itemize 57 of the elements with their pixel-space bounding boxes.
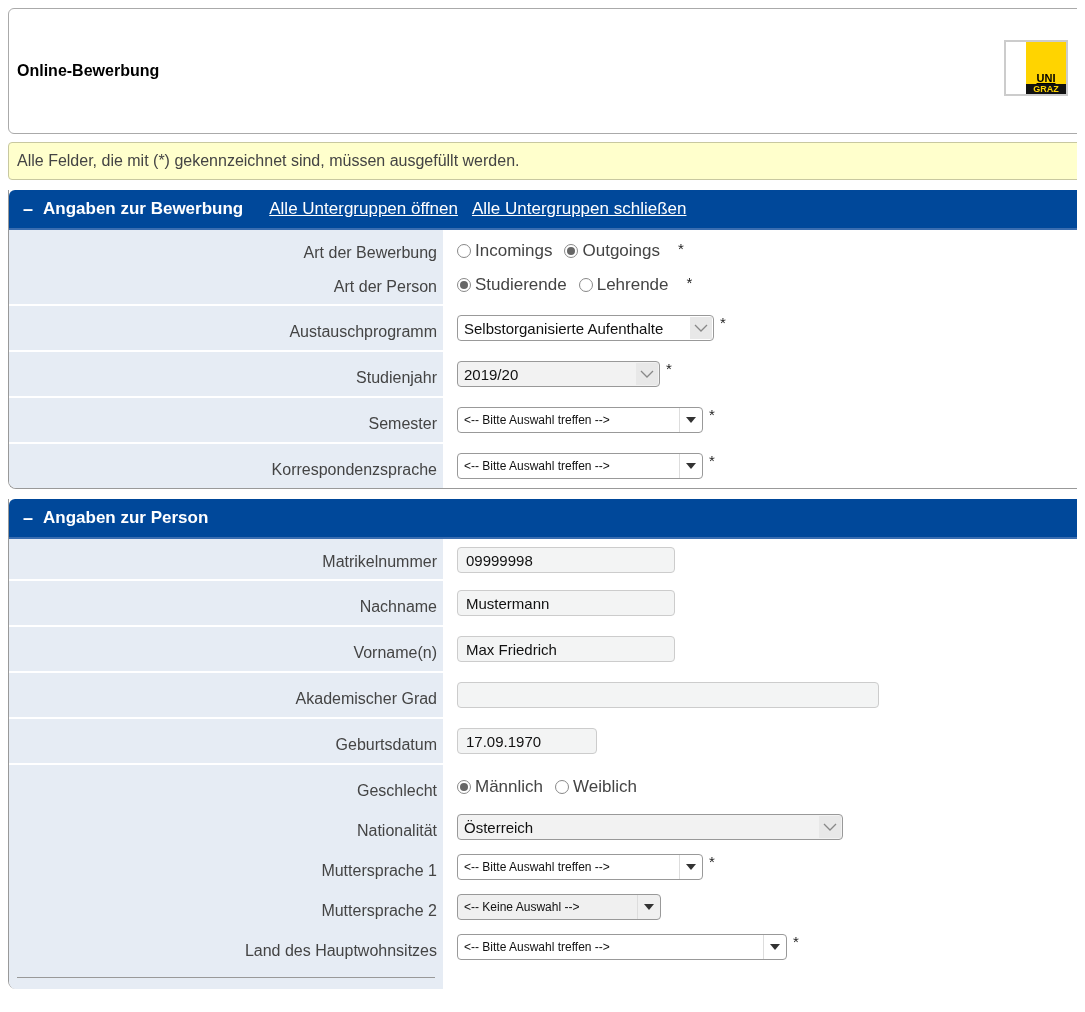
collapse-toggle[interactable]: – <box>9 507 43 529</box>
page-title: Online-Bewerbung <box>17 62 160 80</box>
required-fields-notice: Alle Felder, die mit (*) gekennzeichnet sind, müssen ausgefüllt werden. <box>8 142 1077 180</box>
required-asterisk: * <box>686 274 693 291</box>
university-logo: UNI GRAZ <box>1004 40 1068 96</box>
dropdown-field[interactable]: <-- Bitte Auswahl treffen --> <box>457 934 787 960</box>
collapse-toggle[interactable]: – <box>9 198 43 220</box>
radio-option[interactable]: Lehrende <box>578 275 669 295</box>
field-label: Nachname <box>359 597 437 616</box>
dropdown-field[interactable]: <-- Bitte Auswahl treffen --> <box>457 854 703 880</box>
dropdown-field[interactable]: Selbstorganisierte Aufenthalte <box>457 315 714 341</box>
radio-option[interactable]: Outgoings <box>564 241 660 261</box>
required-asterisk: * <box>709 406 715 423</box>
radio-option[interactable]: Studierende <box>457 275 567 295</box>
text-input[interactable] <box>457 682 879 708</box>
caret-down-icon <box>770 944 780 950</box>
required-asterisk: * <box>666 360 672 377</box>
field-label: Semester <box>368 414 437 433</box>
required-asterisk: * <box>709 452 715 469</box>
field-label: Muttersprache 2 <box>321 901 437 920</box>
chevron-down-icon <box>690 317 712 339</box>
section-title: Angaben zur Person <box>43 508 209 528</box>
chevron-down-icon <box>636 363 658 385</box>
field-label: Geburtsdatum <box>335 735 437 754</box>
required-asterisk: * <box>678 240 684 257</box>
section-title: Angaben zur Bewerbung <box>43 199 244 219</box>
caret-down-icon <box>644 904 654 910</box>
field-label: Vorname(n) <box>353 643 437 662</box>
radio-option[interactable]: Incomings <box>457 241 553 261</box>
required-asterisk: * <box>793 933 799 950</box>
radio-option[interactable]: Männlich <box>457 777 544 797</box>
required-asterisk: * <box>709 853 715 870</box>
field-label: Art der Bewerbung <box>303 243 437 262</box>
text-input[interactable]: Max Friedrich <box>457 636 675 662</box>
text-input[interactable]: Mustermann <box>457 590 675 616</box>
caret-down-icon <box>686 463 696 469</box>
header-link[interactable]: Alle Untergruppen schließen <box>471 199 687 219</box>
field-label: Geschlecht <box>356 781 437 800</box>
field-label: Art der Person <box>333 277 437 296</box>
field-label: Akademischer Grad <box>295 689 437 708</box>
field-label: Austauschprogramm <box>289 322 437 341</box>
field-label: Nationalität <box>356 821 437 840</box>
field-label: Korrespondenzsprache <box>271 460 437 479</box>
field-label: Matrikelnummer <box>322 552 437 571</box>
text-input[interactable]: 09999998 <box>457 547 675 573</box>
dropdown-field[interactable]: <-- Bitte Auswahl treffen --> <box>457 407 703 433</box>
field-label: Muttersprache 1 <box>321 861 437 880</box>
caret-down-icon <box>686 864 696 870</box>
field-label: Studienjahr <box>356 368 437 387</box>
header-link[interactable]: Alle Untergruppen öffnen <box>269 199 458 219</box>
caret-down-icon <box>686 417 696 423</box>
dropdown-field[interactable]: <-- Bitte Auswahl treffen --> <box>457 453 703 479</box>
chevron-down-icon <box>819 816 841 838</box>
required-asterisk: * <box>720 314 726 331</box>
field-label: Land des Hauptwohnsitzes <box>244 941 437 960</box>
radio-option[interactable]: Weiblich <box>555 777 637 797</box>
text-input[interactable]: 17.09.1970 <box>457 728 597 754</box>
